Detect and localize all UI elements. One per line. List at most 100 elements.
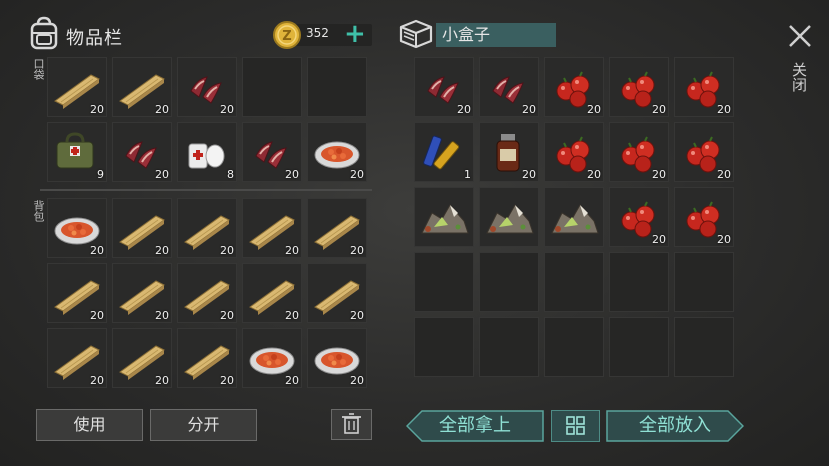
- item-count: 20: [155, 374, 169, 387]
- section-divider: [40, 189, 372, 191]
- backpack-slot[interactable]: 20: [307, 328, 367, 388]
- pocket-slot[interactable]: 20: [177, 57, 237, 117]
- container-slot[interactable]: 20: [674, 187, 734, 247]
- close-icon[interactable]: [784, 20, 816, 52]
- close-label[interactable]: 关闭: [790, 62, 808, 92]
- container-slot[interactable]: 20: [674, 122, 734, 182]
- container-slot[interactable]: [544, 317, 604, 377]
- pocket-slot[interactable]: 8: [177, 122, 237, 182]
- item-count: 20: [350, 374, 364, 387]
- item-count: 20: [155, 309, 169, 322]
- container-slot[interactable]: 20: [544, 122, 604, 182]
- backpack-slot[interactable]: 20: [47, 328, 107, 388]
- container-slot[interactable]: [479, 317, 539, 377]
- grid-sort-icon: [566, 416, 585, 435]
- ore-pile-icon: [421, 204, 469, 234]
- ore-pile-icon: [551, 204, 599, 234]
- pocket-slot[interactable]: 20: [242, 122, 302, 182]
- container-slot[interactable]: 20: [479, 122, 539, 182]
- container-slot[interactable]: 20: [544, 57, 604, 117]
- backpack-slot[interactable]: 20: [47, 263, 107, 323]
- backpack-slot[interactable]: 20: [112, 328, 172, 388]
- split-button[interactable]: 分开: [150, 409, 257, 441]
- item-count: 20: [90, 309, 104, 322]
- container-slot[interactable]: [674, 252, 734, 312]
- container-slot[interactable]: [414, 252, 474, 312]
- take-all-button[interactable]: 全部拿上: [406, 410, 544, 442]
- backpack-slot[interactable]: 20: [242, 198, 302, 258]
- item-count: 20: [285, 309, 299, 322]
- item-count: 20: [90, 103, 104, 116]
- item-count: 1: [464, 168, 471, 181]
- box-icon: [398, 18, 434, 50]
- item-count: 20: [155, 168, 169, 181]
- backpack-slot[interactable]: 20: [112, 263, 172, 323]
- item-count: 20: [587, 103, 601, 116]
- backpack-slot[interactable]: 20: [177, 263, 237, 323]
- backpack-slot[interactable]: 20: [242, 328, 302, 388]
- container-slot[interactable]: 1: [414, 122, 474, 182]
- put-all-label: 全部放入: [639, 415, 711, 436]
- item-count: 20: [652, 103, 666, 116]
- container-slot[interactable]: [414, 187, 474, 247]
- item-count: 20: [220, 103, 234, 116]
- trash-button[interactable]: [331, 409, 372, 440]
- pocket-slot[interactable]: 20: [112, 57, 172, 117]
- container-slot[interactable]: [674, 317, 734, 377]
- item-count: 20: [522, 103, 536, 116]
- item-count: 20: [285, 244, 299, 257]
- pocket-slot[interactable]: 20: [307, 122, 367, 182]
- item-count: 20: [587, 168, 601, 181]
- container-slot[interactable]: [414, 317, 474, 377]
- item-count: 20: [652, 168, 666, 181]
- item-count: 20: [652, 233, 666, 246]
- container-slot[interactable]: [479, 252, 539, 312]
- backpack-slot[interactable]: 20: [242, 263, 302, 323]
- item-count: 20: [350, 168, 364, 181]
- ore-pile-icon: [486, 204, 534, 234]
- item-count: 20: [350, 309, 364, 322]
- container-slot[interactable]: [479, 187, 539, 247]
- coin-icon: Z: [272, 20, 302, 50]
- container-slot[interactable]: 20: [609, 187, 669, 247]
- backpack-slot[interactable]: 20: [177, 198, 237, 258]
- container-slot[interactable]: [544, 252, 604, 312]
- backpack-slot[interactable]: 20: [47, 198, 107, 258]
- pocket-slot[interactable]: 20: [112, 122, 172, 182]
- use-button[interactable]: 使用: [36, 409, 143, 441]
- backpack-icon: [28, 16, 60, 50]
- trash-icon: [342, 413, 361, 434]
- container-slot[interactable]: 20: [479, 57, 539, 117]
- backpack-slot[interactable]: 20: [307, 263, 367, 323]
- put-all-button[interactable]: 全部放入: [606, 410, 744, 442]
- item-count: 20: [220, 309, 234, 322]
- backpack-slot[interactable]: 20: [177, 328, 237, 388]
- item-count: 20: [285, 168, 299, 181]
- pocket-label: 口袋: [32, 58, 45, 80]
- item-count: 20: [90, 374, 104, 387]
- take-all-label: 全部拿上: [439, 415, 511, 436]
- container-slot[interactable]: 20: [609, 122, 669, 182]
- pocket-slot[interactable]: [307, 57, 367, 117]
- container-slot[interactable]: [544, 187, 604, 247]
- item-count: 20: [90, 244, 104, 257]
- item-count: 20: [457, 103, 471, 116]
- item-count: 20: [717, 103, 731, 116]
- container-slot[interactable]: 20: [414, 57, 474, 117]
- add-coins-button[interactable]: +: [344, 19, 366, 49]
- item-count: 20: [350, 244, 364, 257]
- container-slot[interactable]: 20: [609, 57, 669, 117]
- pocket-slot[interactable]: [242, 57, 302, 117]
- backpack-slot[interactable]: 20: [307, 198, 367, 258]
- container-slot[interactable]: 20: [674, 57, 734, 117]
- backpack-label: 背包: [32, 200, 45, 222]
- container-slot[interactable]: [609, 317, 669, 377]
- pocket-slot[interactable]: 20: [47, 57, 107, 117]
- svg-text:Z: Z: [282, 29, 291, 44]
- item-count: 20: [285, 374, 299, 387]
- container-slot[interactable]: [609, 252, 669, 312]
- sort-button[interactable]: [551, 410, 600, 442]
- backpack-slot[interactable]: 20: [112, 198, 172, 258]
- pocket-slot[interactable]: 9: [47, 122, 107, 182]
- item-count: 20: [155, 103, 169, 116]
